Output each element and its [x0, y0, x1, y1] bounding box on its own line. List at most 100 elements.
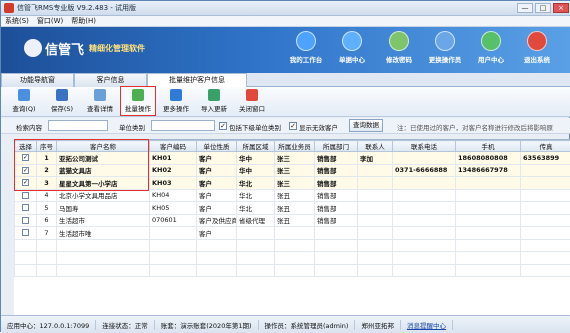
cell-nature[interactable]: 客户 — [197, 202, 237, 215]
cell-mobile[interactable]: 13486667978 — [456, 164, 521, 177]
cell-dept[interactable] — [315, 227, 358, 240]
col-fax[interactable]: 传真 — [521, 141, 570, 152]
cell-name[interactable]: 生活超市 — [57, 214, 150, 227]
maximize-button[interactable]: □ — [535, 3, 551, 13]
col-salesman[interactable]: 所属业务员 — [275, 141, 315, 152]
cell-phone[interactable] — [393, 152, 456, 165]
cell-contact[interactable] — [358, 164, 393, 177]
cell-contact[interactable] — [358, 214, 393, 227]
change-password-button[interactable]: 修改密码 — [381, 31, 417, 69]
col-no[interactable]: 序号 — [37, 141, 57, 152]
cell-fax[interactable] — [521, 202, 570, 215]
cell-mobile[interactable] — [456, 214, 521, 227]
col-name[interactable]: 客户名称 — [57, 141, 150, 152]
include-sub-checkbox[interactable]: ✓ — [219, 122, 227, 130]
row-select-cell[interactable]: ✓ — [15, 164, 37, 177]
cell-contact[interactable] — [358, 202, 393, 215]
row-select-cell[interactable] — [15, 189, 37, 202]
cell-nature[interactable]: 客户 — [197, 177, 237, 190]
cell-region[interactable]: 华北 — [237, 202, 275, 215]
col-contact[interactable]: 联系人 — [358, 141, 393, 152]
cell-no[interactable]: 3 — [37, 177, 57, 190]
tab-batch-customer[interactable]: 批量维护客户信息 — [147, 73, 247, 87]
cell-dept[interactable]: 销售部 — [315, 152, 358, 165]
cell-phone[interactable] — [393, 202, 456, 215]
cell-fax[interactable] — [521, 164, 570, 177]
row-select-cell[interactable] — [15, 227, 37, 240]
cell-dept[interactable]: 销售部 — [315, 189, 358, 202]
cell-nature[interactable]: 客户 — [197, 227, 237, 240]
row-checkbox[interactable]: ✓ — [22, 154, 29, 161]
cell-mobile[interactable] — [456, 227, 521, 240]
cell-nature[interactable]: 客户 — [197, 189, 237, 202]
cell-code[interactable]: KH04 — [150, 189, 197, 202]
row-select-cell[interactable] — [15, 214, 37, 227]
cell-contact[interactable] — [358, 189, 393, 202]
table-row[interactable]: ✓2蓝猫文具店KH02客户华中张三销售部0371-666688813486667… — [15, 164, 570, 177]
cell-contact[interactable]: 李加 — [358, 152, 393, 165]
switch-operator-button[interactable]: 更换操作员 — [427, 31, 463, 69]
col-select[interactable]: 选择 — [15, 141, 37, 152]
col-nature[interactable]: 单位性质 — [197, 141, 237, 152]
table-row[interactable]: ✓1亚拓公司测试KH01客户华中张三销售部李加18608080808635638… — [15, 152, 570, 165]
cell-no[interactable]: 7 — [37, 227, 57, 240]
view-detail-button[interactable]: 查看详情 — [83, 87, 117, 115]
cell-region[interactable]: 华中 — [237, 152, 275, 165]
cell-salesman[interactable]: 张丑 — [275, 214, 315, 227]
cell-region[interactable]: 省级代理 — [237, 214, 275, 227]
row-checkbox[interactable] — [22, 217, 29, 224]
table-row[interactable]: ✓3星星文具第一小学店KH03客户华北张三销售部 — [15, 177, 570, 190]
cell-code[interactable]: KH05 — [150, 202, 197, 215]
cell-code[interactable]: KH01 — [150, 152, 197, 165]
cell-name[interactable]: 蓝猫文具店 — [57, 164, 150, 177]
cell-mobile[interactable] — [456, 202, 521, 215]
cell-dept[interactable]: 销售部 — [315, 177, 358, 190]
minimize-button[interactable]: — — [517, 3, 533, 13]
cell-mobile[interactable] — [456, 189, 521, 202]
row-checkbox[interactable] — [22, 204, 29, 211]
cell-mobile[interactable] — [456, 177, 521, 190]
table-row[interactable]: 6生活超市070601客户及供应商省级代理张丑销售部 — [15, 214, 570, 227]
message-center-link[interactable]: 消息提醒中心 — [401, 320, 453, 330]
cell-contact[interactable] — [358, 177, 393, 190]
query-data-button[interactable]: 查询数据 — [349, 119, 383, 132]
cell-region[interactable]: 华北 — [237, 189, 275, 202]
cell-nature[interactable]: 客户及供应商 — [197, 214, 237, 227]
import-update-button[interactable]: 导入更新 — [197, 87, 231, 115]
menu-help[interactable]: 帮助(H) — [67, 16, 100, 26]
col-phone[interactable]: 联系电话 — [393, 141, 456, 152]
col-code[interactable]: 客户编码 — [150, 141, 197, 152]
tab-navigation[interactable]: 功能导航窗 — [1, 73, 74, 87]
cell-fax[interactable] — [521, 189, 570, 202]
cell-phone[interactable] — [393, 227, 456, 240]
cell-phone[interactable] — [393, 189, 456, 202]
cell-nature[interactable]: 客户 — [197, 152, 237, 165]
cell-fax[interactable]: 63563899 — [521, 152, 570, 165]
cell-name[interactable]: 马国寿 — [57, 202, 150, 215]
cell-salesman[interactable]: 张三 — [275, 152, 315, 165]
col-region[interactable]: 所属区域 — [237, 141, 275, 152]
row-select-cell[interactable]: ✓ — [15, 177, 37, 190]
row-checkbox[interactable]: ✓ — [22, 167, 29, 174]
more-operations-button[interactable]: 更多操作 — [159, 87, 193, 115]
row-checkbox[interactable]: ✓ — [22, 179, 29, 186]
cell-name[interactable]: 生活超市唯 — [57, 227, 150, 240]
menu-window[interactable]: 窗口(W) — [33, 16, 67, 26]
row-select-cell[interactable]: ✓ — [15, 152, 37, 165]
documents-button[interactable]: 单据中心 — [334, 31, 370, 69]
cell-phone[interactable] — [393, 177, 456, 190]
batch-operation-button[interactable]: 批量操作 — [121, 87, 155, 115]
cell-fax[interactable] — [521, 214, 570, 227]
cell-fax[interactable] — [521, 227, 570, 240]
tab-customer-info[interactable]: 客户信息 — [74, 73, 147, 87]
cell-region[interactable]: 华中 — [237, 164, 275, 177]
row-select-cell[interactable] — [15, 202, 37, 215]
table-row[interactable]: 7生活超市唯 客户 — [15, 227, 570, 240]
cell-mobile[interactable]: 18608080808 — [456, 152, 521, 165]
cell-region[interactable] — [237, 227, 275, 240]
search-content-input[interactable] — [48, 120, 108, 131]
category-select[interactable] — [151, 120, 215, 131]
workbench-button[interactable]: 我的工作台 — [288, 31, 324, 69]
exit-button[interactable]: 退出系统 — [519, 31, 555, 69]
table-row[interactable]: 4北京小学文具用品店KH04客户华北张丑销售部 — [15, 189, 570, 202]
